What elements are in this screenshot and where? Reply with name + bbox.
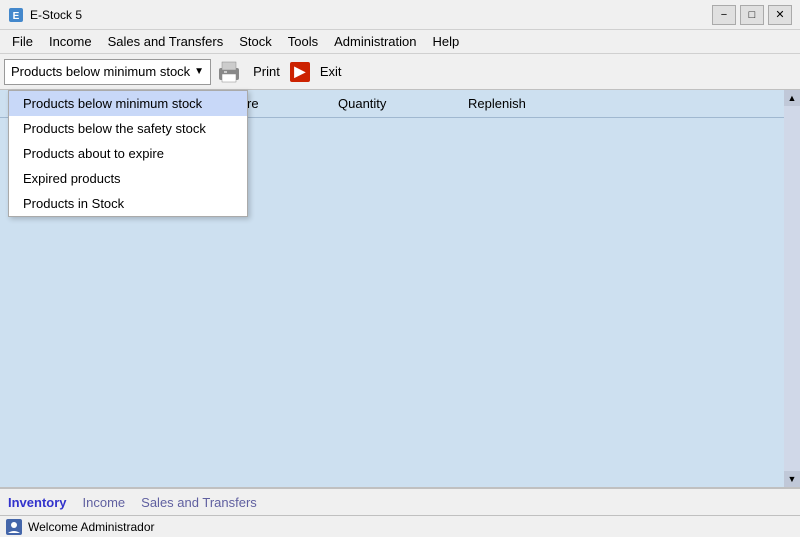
window-title: E-Stock 5 <box>30 8 82 22</box>
dropdown-item-in-stock[interactable]: Products in Stock <box>9 191 247 216</box>
minimize-button[interactable]: − <box>712 5 736 25</box>
user-icon <box>6 519 22 535</box>
status-text: Welcome Administrador <box>28 520 155 534</box>
toolbar: Products below minimum stock ▼ Print ▶ E… <box>0 54 800 90</box>
dropdown-item-about-expire[interactable]: Products about to expire <box>9 141 247 166</box>
menu-bar: File Income Sales and Transfers Stock To… <box>0 30 800 54</box>
view-dropdown-button[interactable]: Products below minimum stock ▼ <box>4 59 211 85</box>
app-icon: E <box>8 7 24 23</box>
menu-administration[interactable]: Administration <box>326 32 424 51</box>
print-button[interactable]: Print <box>247 59 286 85</box>
dropdown-item-below-min[interactable]: Products below minimum stock <box>9 91 247 116</box>
tab-bar: Inventory Income Sales and Transfers <box>0 487 800 515</box>
print-icon-wrapper <box>215 58 243 86</box>
dropdown-label: Products below minimum stock <box>11 64 190 79</box>
menu-sales-transfers[interactable]: Sales and Transfers <box>100 32 232 51</box>
svg-text:E: E <box>13 11 20 22</box>
tab-income[interactable]: Income <box>83 495 126 510</box>
menu-stock[interactable]: Stock <box>231 32 280 51</box>
exit-button[interactable]: Exit <box>314 59 348 85</box>
title-bar: E E-Stock 5 − □ ✕ <box>0 0 800 30</box>
scroll-down-arrow[interactable]: ▼ <box>784 471 800 487</box>
menu-income[interactable]: Income <box>41 32 100 51</box>
dropdown-item-expired[interactable]: Expired products <box>9 166 247 191</box>
title-left: E E-Stock 5 <box>8 7 82 23</box>
maximize-button[interactable]: □ <box>740 5 764 25</box>
scrollbar: ▲ ▼ <box>784 90 800 487</box>
exit-label: Exit <box>320 64 342 79</box>
close-button[interactable]: ✕ <box>768 5 792 25</box>
status-bar: Welcome Administrador <box>0 515 800 537</box>
dropdown-menu: Products below minimum stock Products be… <box>8 90 248 217</box>
print-label: Print <box>253 64 280 79</box>
menu-help[interactable]: Help <box>424 32 467 51</box>
menu-file[interactable]: File <box>4 32 41 51</box>
menu-tools[interactable]: Tools <box>280 32 326 51</box>
printer-icon <box>215 58 243 86</box>
col-header-quantity: Quantity <box>338 96 468 111</box>
title-controls: − □ ✕ <box>712 5 792 25</box>
tab-inventory[interactable]: Inventory <box>8 495 67 510</box>
dropdown-item-below-safety[interactable]: Products below the safety stock <box>9 116 247 141</box>
tab-sales-transfers[interactable]: Sales and Transfers <box>141 495 257 510</box>
chevron-down-icon: ▼ <box>194 66 204 77</box>
scroll-up-arrow[interactable]: ▲ <box>784 90 800 106</box>
exit-icon: ▶ <box>290 62 310 82</box>
col-header-replenish: Replenish <box>468 96 598 111</box>
